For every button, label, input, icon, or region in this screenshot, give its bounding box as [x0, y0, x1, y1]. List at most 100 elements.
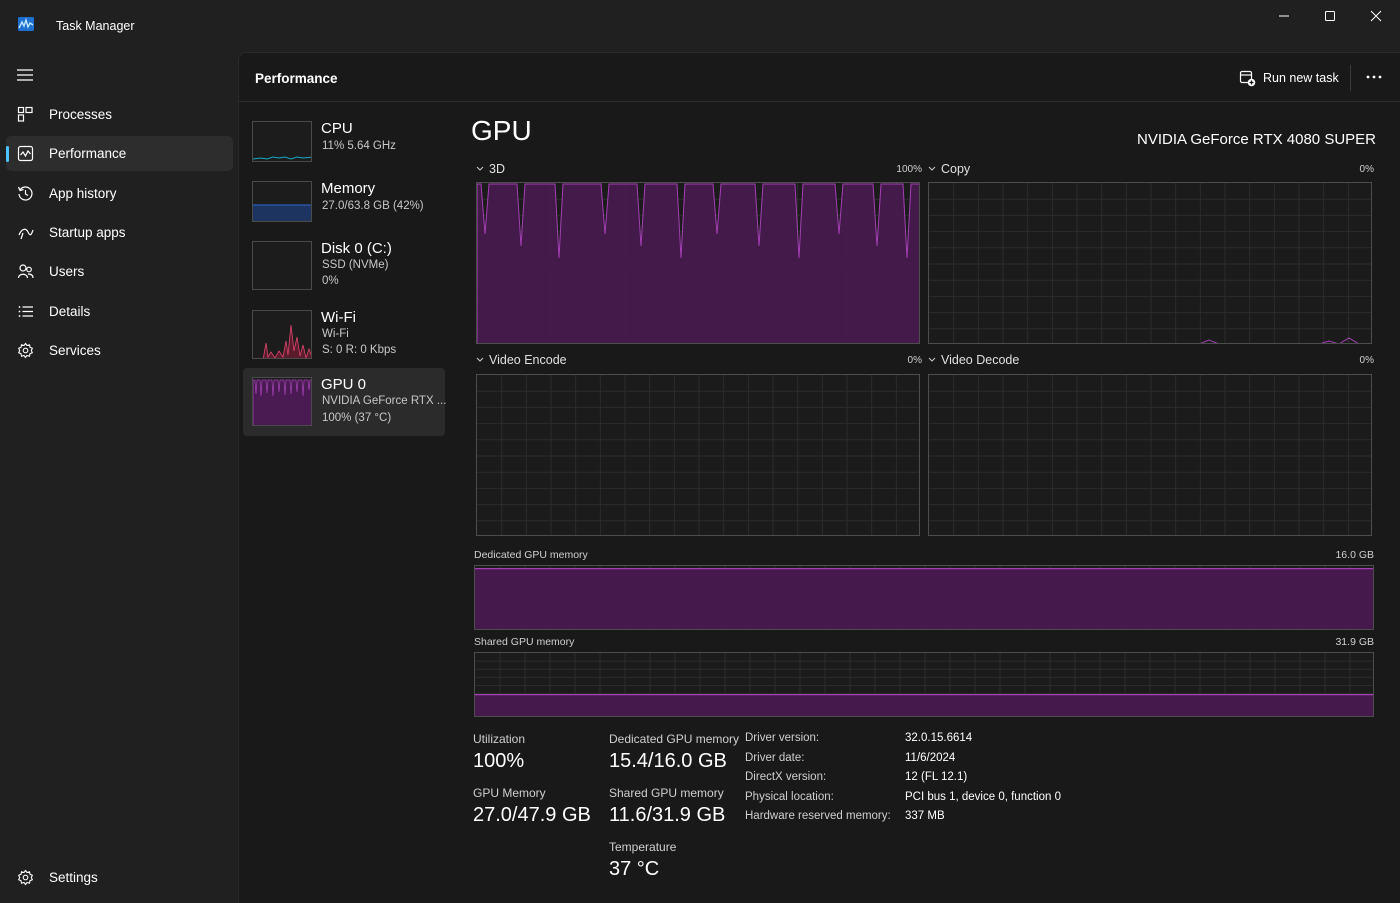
window-title: Task Manager: [56, 19, 135, 33]
sidebar-item-details[interactable]: Details: [6, 294, 233, 329]
sidebar-item-users[interactable]: Users: [6, 254, 233, 289]
device-disk[interactable]: Disk 0 (C:) SSD (NVMe) 0%: [243, 237, 445, 303]
sidebar-item-services[interactable]: Services: [6, 333, 233, 368]
sidebar-item-label: Processes: [49, 107, 113, 122]
engine-3d-selector[interactable]: 3D: [476, 162, 505, 176]
dedicated-stat-value: 15.4/16.0 GB: [609, 750, 727, 772]
gpu-memory-label: GPU Memory: [473, 786, 546, 800]
sidebar-item-label: Details: [49, 304, 91, 319]
dedicated-memory-fill: [475, 568, 1373, 629]
sidebar-item-performance[interactable]: Performance: [6, 136, 233, 171]
sidebar-item-settings[interactable]: Settings: [6, 860, 233, 895]
details-icon: [18, 306, 33, 317]
users-icon: [17, 264, 34, 279]
sidebar-item-startup-apps[interactable]: Startup apps: [6, 215, 233, 250]
page-header: Performance Run new task: [239, 53, 1400, 102]
gpu-memory-value: 27.0/47.9 GB: [473, 804, 591, 826]
dedicated-stat-label: Dedicated GPU memory: [609, 732, 740, 746]
temperature-value: 37 °C: [609, 858, 660, 880]
run-new-task-icon: [1239, 70, 1256, 86]
maximize-icon: [1325, 11, 1335, 21]
device-gpu[interactable]: GPU 0 NVIDIA GeForce RTX ... 100% (37 °C…: [243, 368, 447, 436]
dedicated-memory-max: 16.0 GB: [1335, 549, 1374, 561]
info-key: Driver date:: [745, 752, 805, 764]
title-bar: Task Manager: [0, 0, 1400, 52]
gpu-thumbnail-graph: [252, 377, 312, 426]
run-new-task-button[interactable]: Run new task: [1239, 67, 1339, 89]
close-icon: [1370, 10, 1382, 22]
utilization-value: 100%: [473, 750, 525, 772]
device-detail: Wi-Fi: [322, 328, 349, 340]
services-icon: [17, 342, 34, 359]
maximize-button[interactable]: [1307, 0, 1353, 32]
info-value: 12 (FL 12.1): [905, 771, 968, 783]
engine-label: Copy: [941, 162, 971, 176]
engine-video-decode-selector[interactable]: Video Decode: [928, 353, 1019, 367]
more-options-icon[interactable]: [1365, 69, 1383, 85]
info-value: 11/6/2024: [905, 752, 956, 764]
engine-max-percent: 0%: [1359, 164, 1374, 175]
info-key: Physical location:: [745, 791, 834, 803]
settings-gear-icon: [17, 869, 34, 886]
chevron-down-icon: [928, 357, 936, 362]
engine-3d-graph: [476, 182, 920, 344]
device-cpu[interactable]: CPU 11% 5.64 GHz: [243, 117, 445, 183]
device-detail: 27.0/63.8 GB (42%): [322, 200, 424, 212]
info-key: Driver version:: [745, 732, 820, 744]
engine-label: 3D: [489, 162, 505, 176]
device-name: CPU: [321, 120, 353, 137]
gpu-title: GPU: [471, 115, 532, 146]
sidebar-item-label: Services: [49, 343, 101, 358]
engine-video-encode-graph: [476, 374, 920, 536]
engine-3d-utilization-area: [477, 183, 919, 343]
shared-stat-label: Shared GPU memory: [609, 786, 724, 800]
info-value: 32.0.15.6614: [905, 732, 973, 744]
dedicated-memory-label: Dedicated GPU memory: [474, 549, 588, 561]
info-value: 337 MB: [905, 810, 945, 822]
engine-video-decode-graph: [928, 374, 1372, 536]
minimize-button[interactable]: [1261, 0, 1307, 32]
device-memory[interactable]: Memory 27.0/63.8 GB (42%): [243, 177, 445, 243]
main-panel: Performance Run new task CPU 11% 5.64 GH…: [238, 52, 1400, 903]
sidebar-item-label: Startup apps: [49, 225, 126, 240]
info-key: DirectX version:: [745, 771, 827, 783]
device-detail: SSD (NVMe): [322, 259, 389, 271]
device-detail: 100% (37 °C): [322, 412, 392, 424]
engine-label: Video Encode: [489, 353, 567, 367]
temperature-label: Temperature: [609, 840, 677, 854]
disk-thumbnail-graph: [252, 241, 312, 290]
cpu-thumbnail-graph: [252, 121, 312, 162]
info-key: Hardware reserved memory:: [745, 810, 891, 822]
device-detail: 0%: [322, 275, 339, 287]
dedicated-memory-graph: [474, 565, 1374, 630]
hamburger-menu-icon[interactable]: [16, 68, 34, 82]
engine-max-percent: 0%: [1359, 355, 1374, 366]
info-value: PCI bus 1, device 0, function 0: [905, 791, 1061, 803]
engine-max-percent: 0%: [907, 355, 922, 366]
shared-stat-value: 11.6/31.9 GB: [609, 804, 726, 826]
page-title: Performance: [255, 71, 338, 86]
engine-video-encode-selector[interactable]: Video Encode: [476, 353, 567, 367]
device-wifi[interactable]: Wi-Fi Wi-Fi S: 0 R: 0 Kbps: [243, 306, 445, 372]
chevron-down-icon: [928, 166, 936, 171]
device-detail: 11% 5.64 GHz: [322, 140, 396, 152]
gpu-model-name: NVIDIA GeForce RTX 4080 SUPER: [1137, 131, 1376, 148]
close-button[interactable]: [1353, 0, 1399, 32]
settings-label: Settings: [49, 870, 98, 885]
sidebar-item-app-history[interactable]: App history: [6, 176, 233, 211]
sidebar-item-processes[interactable]: Processes: [6, 97, 233, 132]
device-detail: NVIDIA GeForce RTX ...: [322, 395, 447, 407]
device-name: GPU 0: [321, 376, 367, 393]
engine-label: Video Decode: [941, 353, 1020, 367]
device-detail: S: 0 R: 0 Kbps: [322, 344, 397, 356]
chevron-down-icon: [476, 357, 484, 362]
utilization-label: Utilization: [473, 732, 526, 746]
engine-copy-selector[interactable]: Copy: [928, 162, 970, 176]
minimize-icon: [1279, 15, 1289, 17]
sidebar-item-label: Users: [49, 264, 85, 279]
sidebar-item-label: App history: [49, 186, 117, 201]
shared-memory-graph: [474, 652, 1374, 717]
history-icon: [17, 186, 33, 201]
device-name: Wi-Fi: [321, 309, 356, 326]
startup-icon: [18, 228, 34, 240]
